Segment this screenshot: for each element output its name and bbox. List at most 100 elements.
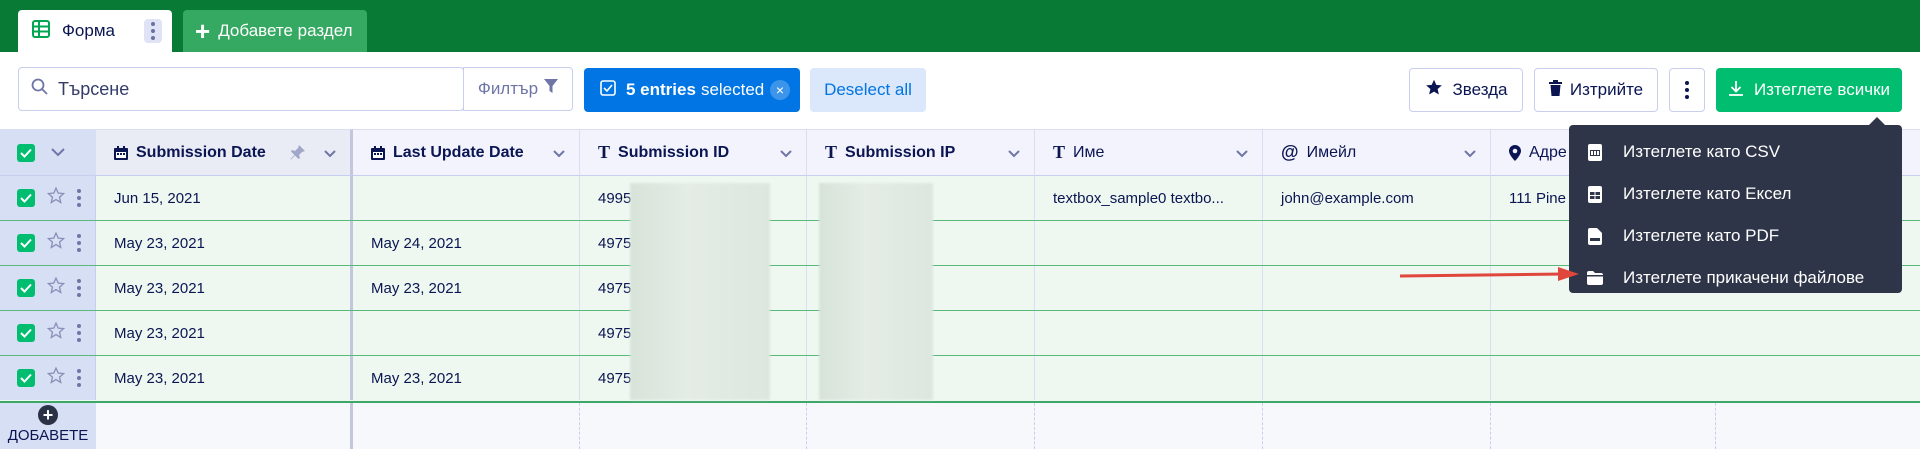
row-controls bbox=[0, 311, 96, 355]
menu-item-download-attachments[interactable]: Изтеглете прикачени файлове bbox=[1569, 257, 1902, 299]
column-label: Last Update Date bbox=[393, 143, 524, 161]
menu-item-label: Изтеглете като PDF bbox=[1623, 226, 1780, 245]
tab-form-label: Форма bbox=[62, 21, 115, 40]
column-header-last-update-date[interactable]: Last Update Date bbox=[353, 129, 580, 176]
cell-last-update: May 24, 2021 bbox=[353, 221, 580, 265]
column-header-submission-ip[interactable]: T Submission IP bbox=[807, 129, 1035, 176]
annotation-arrow bbox=[1399, 267, 1579, 281]
tab-form[interactable]: Форма bbox=[18, 10, 172, 52]
row-checkbox[interactable] bbox=[17, 324, 35, 342]
table-row[interactable]: May 23, 2021 4975 bbox=[0, 311, 1920, 356]
more-options-icon[interactable] bbox=[1669, 68, 1705, 112]
menu-item-label: Изтеглете прикачени файлове bbox=[1623, 268, 1865, 287]
column-header-name[interactable]: T Име bbox=[1035, 129, 1263, 176]
row-controls bbox=[0, 356, 96, 400]
location-pin-icon bbox=[1509, 144, 1521, 161]
menu-item-download-excel[interactable]: Изтеглете като Ексел bbox=[1569, 173, 1902, 215]
chevron-down-icon[interactable] bbox=[1236, 145, 1248, 163]
select-all-header bbox=[0, 129, 96, 176]
menu-item-download-pdf[interactable]: Изтеглете като PDF bbox=[1569, 215, 1902, 257]
chevron-down-icon[interactable] bbox=[553, 145, 565, 163]
column-header-submission-date[interactable]: Submission Date bbox=[96, 129, 353, 176]
search-icon bbox=[31, 78, 48, 100]
star-outline-icon[interactable] bbox=[46, 321, 66, 344]
cell-name bbox=[1035, 311, 1263, 355]
column-label: Submission Date bbox=[136, 143, 266, 161]
add-row-cell bbox=[807, 403, 1035, 449]
column-header-email[interactable]: @ Имейл bbox=[1263, 129, 1491, 176]
deselect-all-button[interactable]: Deselect all bbox=[810, 68, 926, 112]
row-checkbox[interactable] bbox=[17, 279, 35, 297]
clear-selection-close-icon[interactable]: × bbox=[770, 80, 790, 100]
download-icon bbox=[1728, 80, 1744, 101]
add-entry-row: + ДОБАВЕТЕ bbox=[0, 403, 1920, 449]
add-row-cell bbox=[1491, 403, 1716, 449]
add-row-cell bbox=[1263, 403, 1491, 449]
select-all-checkbox[interactable] bbox=[17, 143, 35, 162]
column-label: Имейл bbox=[1306, 143, 1357, 161]
column-header-submission-id[interactable]: T Submission ID bbox=[580, 129, 807, 176]
star-outline-icon[interactable] bbox=[46, 186, 66, 209]
cell-email bbox=[1263, 221, 1491, 265]
tab-options-icon[interactable] bbox=[144, 19, 162, 43]
calendar-icon bbox=[371, 145, 385, 160]
cell-last-update bbox=[353, 311, 580, 355]
add-row-cell bbox=[353, 403, 580, 449]
cell-name bbox=[1035, 356, 1263, 400]
cell-submission-date: May 23, 2021 bbox=[96, 221, 353, 265]
add-section-button[interactable]: + Добавете раздел bbox=[183, 10, 367, 52]
selected-count: 5 entries bbox=[626, 80, 696, 99]
pin-icon[interactable] bbox=[290, 144, 306, 165]
pdf-file-icon bbox=[1587, 227, 1603, 245]
add-row-cell bbox=[580, 403, 807, 449]
table-row[interactable]: May 23, 2021 May 23, 2021 4975 bbox=[0, 356, 1920, 403]
menu-item-download-csv[interactable]: Изтеглете като CSV bbox=[1569, 131, 1902, 173]
search-input[interactable] bbox=[58, 78, 398, 100]
row-checkbox[interactable] bbox=[17, 369, 35, 387]
add-row-cell bbox=[96, 403, 353, 449]
row-options-icon[interactable] bbox=[77, 369, 81, 387]
chevron-down-icon[interactable] bbox=[324, 145, 336, 163]
cell-submission-date: May 23, 2021 bbox=[96, 311, 353, 355]
star-outline-icon[interactable] bbox=[46, 276, 66, 299]
chevron-down-icon[interactable] bbox=[1464, 145, 1476, 163]
cell-email bbox=[1263, 311, 1491, 355]
download-all-button[interactable]: Изтеглете всички bbox=[1716, 68, 1902, 112]
column-label: Submission ID bbox=[618, 143, 730, 161]
row-checkbox[interactable] bbox=[17, 234, 35, 252]
filter-button[interactable]: Филтър bbox=[463, 67, 573, 111]
select-options-chevron-down-icon[interactable] bbox=[51, 144, 65, 162]
calendar-icon bbox=[114, 145, 128, 160]
add-entry-button[interactable]: + ДОБАВЕТЕ bbox=[0, 403, 96, 449]
star-outline-icon[interactable] bbox=[46, 366, 66, 389]
form-tab-bar: Форма + Добавете раздел bbox=[0, 0, 1920, 52]
cell-last-update: May 23, 2021 bbox=[353, 266, 580, 310]
delete-label: Изтрийте bbox=[1569, 80, 1644, 99]
plus-icon: + bbox=[195, 16, 211, 46]
plus-circle-icon: + bbox=[38, 405, 58, 425]
redacted-ip-blur bbox=[819, 183, 933, 400]
at-icon: @ bbox=[1281, 142, 1299, 162]
chevron-down-icon[interactable] bbox=[780, 145, 792, 163]
funnel-icon bbox=[544, 79, 559, 99]
download-menu: Изтеглете като CSV Изтеглете като Ексел … bbox=[1569, 125, 1902, 293]
delete-button[interactable]: Изтрийте bbox=[1534, 68, 1658, 112]
column-label: Име bbox=[1073, 143, 1105, 161]
row-options-icon[interactable] bbox=[77, 324, 81, 342]
selected-suffix: selected bbox=[700, 80, 765, 99]
text-icon: T bbox=[825, 142, 838, 162]
chevron-down-icon[interactable] bbox=[1008, 145, 1020, 163]
cell-last-update bbox=[353, 176, 580, 220]
cell-email bbox=[1263, 356, 1491, 400]
row-options-icon[interactable] bbox=[77, 189, 81, 207]
selected-entries-chip: 5 entries selected × bbox=[584, 68, 800, 112]
star-outline-icon[interactable] bbox=[46, 231, 66, 254]
star-button[interactable]: Звезда bbox=[1409, 68, 1523, 112]
row-options-icon[interactable] bbox=[77, 234, 81, 252]
cell-name bbox=[1035, 266, 1263, 310]
cell-last-update: May 23, 2021 bbox=[353, 356, 580, 400]
add-row-cell bbox=[1035, 403, 1263, 449]
search-field bbox=[18, 67, 464, 111]
row-options-icon[interactable] bbox=[77, 279, 81, 297]
row-checkbox[interactable] bbox=[17, 189, 35, 207]
